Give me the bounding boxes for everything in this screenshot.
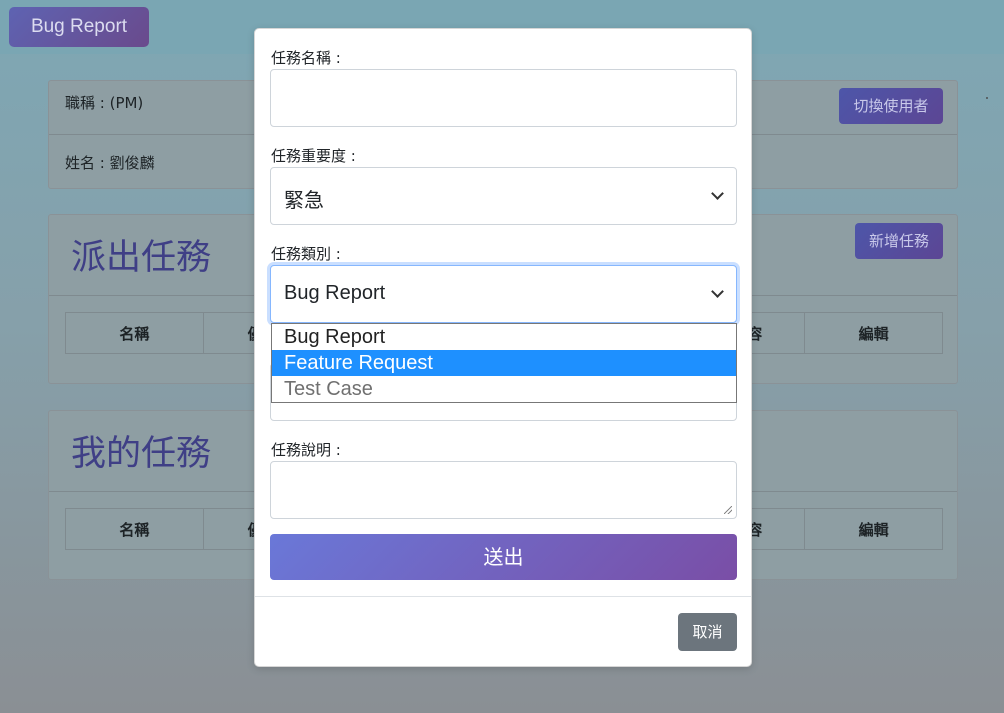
brand-button[interactable]: Bug Report <box>9 7 149 47</box>
user-title-label: 職稱 : (PM) <box>65 94 144 112</box>
dropdown-option-feature-request[interactable]: Feature Request <box>272 350 736 376</box>
task-category-dropdown: Bug Report Feature Request Test Case <box>271 323 737 403</box>
column-header-edit: 編輯 <box>804 508 943 550</box>
user-name-label: 姓名 : 劉俊麟 <box>65 154 155 172</box>
chevron-down-icon <box>711 285 724 298</box>
switch-user-button[interactable]: 切換使用者 <box>839 88 943 124</box>
add-task-button[interactable]: 新增任務 <box>855 223 943 259</box>
task-priority-label: 任務重要度 : <box>271 147 356 165</box>
task-name-input[interactable] <box>270 69 737 127</box>
task-priority-value: 緊急 <box>284 190 324 212</box>
task-priority-select[interactable]: 緊急 <box>270 167 737 225</box>
assigned-tasks-title: 派出任務 <box>71 238 212 278</box>
task-name-label: 任務名稱 : <box>271 49 341 67</box>
task-category-value: Bug Report <box>284 282 386 304</box>
column-header-name: 名稱 <box>65 508 204 550</box>
task-category-label: 任務類別 : <box>271 245 341 263</box>
chevron-down-icon <box>711 187 724 200</box>
resize-handle-icon[interactable] <box>724 506 732 514</box>
new-task-modal: 任務名稱 : 任務重要度 : 緊急 任務類別 : Bug Report Bug … <box>254 28 752 667</box>
task-description-textarea[interactable] <box>270 461 737 519</box>
cancel-button[interactable]: 取消 <box>678 613 737 651</box>
task-description-label: 任務說明 : <box>271 441 341 459</box>
dropdown-option-bug-report[interactable]: Bug Report <box>272 324 736 350</box>
column-header-edit: 編輯 <box>804 312 943 354</box>
dropdown-option-test-case[interactable]: Test Case <box>272 376 736 402</box>
submit-button[interactable]: 送出 <box>270 534 737 580</box>
column-header-name: 名稱 <box>65 312 204 354</box>
modal-footer-divider <box>255 596 751 597</box>
task-category-select[interactable]: Bug Report <box>270 265 737 323</box>
my-tasks-title: 我的任務 <box>71 434 212 474</box>
decorative-dot <box>986 97 988 99</box>
